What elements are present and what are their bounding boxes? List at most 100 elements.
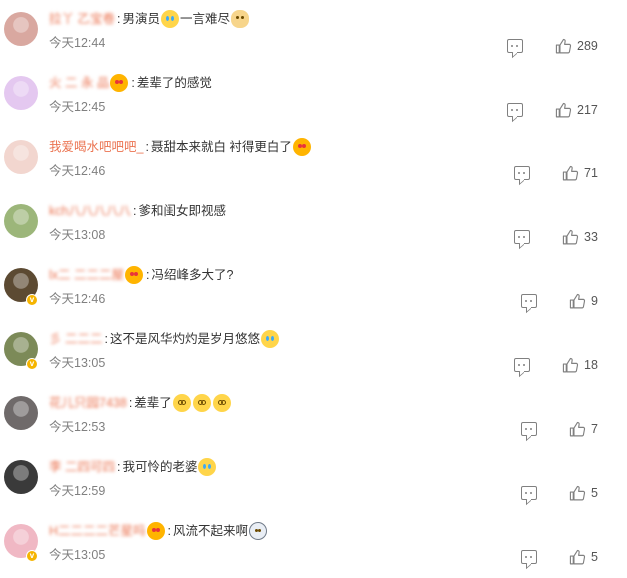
comment-icon-tail: [512, 48, 517, 59]
dizzy-emoji-icon: [172, 394, 191, 412]
comment-icon-tail: [519, 367, 524, 378]
comment-list: 拉丫 乙宝卷: 男演员 一言难尽 今天12:44 289 火 二 永 品: 差辈了的感觉 今天…: [0, 0, 627, 578]
avatar[interactable]: [4, 140, 38, 174]
username-link[interactable]: kch八八八八八: [49, 200, 131, 222]
like-button[interactable]: 71: [562, 164, 598, 182]
comment-icon[interactable]: [521, 550, 537, 570]
verified-badge-icon: v: [26, 358, 38, 370]
like-button[interactable]: 5: [569, 484, 598, 502]
thumbs-up-icon: [562, 229, 579, 244]
love-emoji-icon: [125, 266, 144, 284]
comment-text: 差辈了的感觉: [136, 76, 212, 90]
avatar-girl-image: [4, 140, 38, 174]
comment-icon-tail: [512, 112, 517, 123]
comment-item: 花儿只园7438: 差辈了今天12:53 7: [0, 384, 627, 448]
like-count: 33: [584, 230, 598, 244]
thumbs-up-icon: [569, 485, 586, 500]
like-count: 5: [591, 486, 598, 500]
comment-item: v lx二 二二二屋: 冯绍峰多大了? 今天12:46 9: [0, 256, 627, 320]
comment-line: 火 二 永 品: 差辈了的感觉: [49, 72, 212, 94]
colon-separator: :: [167, 524, 172, 538]
comment-line: 彡 二二二: 这不是风华灼灼是岁月悠悠: [49, 328, 280, 350]
ghost-emoji-icon: [249, 522, 268, 540]
like-button[interactable]: 9: [569, 292, 598, 310]
comment-item: kch八八八八八: 爹和闺女即视感 今天13:08 33: [0, 192, 627, 256]
comment-icon-tail: [526, 431, 531, 442]
comment-timestamp: 今天12:46: [49, 292, 106, 306]
comment-text: 聂甜本来就白 衬得更白了: [150, 140, 292, 154]
avatar[interactable]: [4, 396, 38, 430]
comment-timestamp: 今天13:08: [49, 228, 106, 242]
love-emoji-icon: [110, 74, 129, 92]
comment-timestamp: 今天12:53: [49, 420, 106, 434]
username-link[interactable]: 我爱喝水吧吧吧_: [49, 136, 143, 158]
cat-emoji-icon: [231, 10, 249, 28]
avatar-girl-image: [4, 12, 38, 46]
comment-icon[interactable]: [521, 486, 537, 506]
thumbs-up-icon: [555, 102, 572, 117]
comment-text-continued: 一言难尽: [179, 12, 230, 26]
comment-item: 李 二四可四: 我可怜的老婆 今天12:59 5: [0, 448, 627, 512]
thumbs-up-icon: [562, 357, 579, 372]
avatar[interactable]: [4, 76, 38, 110]
like-count: 217: [577, 103, 598, 117]
colon-separator: :: [131, 76, 135, 90]
comment-text: 风流不起来啊: [173, 524, 249, 538]
like-button[interactable]: 5: [569, 548, 598, 566]
colon-separator: :: [116, 460, 121, 474]
comment-line: H二二二二芒星吗: 风流不起来啊: [49, 520, 268, 542]
colon-separator: :: [128, 396, 133, 410]
comment-icon-tail: [519, 239, 524, 250]
colon-separator: :: [132, 204, 137, 218]
thumbs-up-icon: [555, 38, 572, 53]
comment-timestamp: 今天13:05: [49, 548, 106, 562]
username-link[interactable]: H二二二二芒星吗: [49, 520, 146, 542]
comment-icon[interactable]: [514, 358, 530, 378]
colon-separator: :: [116, 12, 121, 26]
comment-icon-tail: [526, 559, 531, 570]
comment-icon[interactable]: [514, 230, 530, 250]
comment-icon[interactable]: [521, 422, 537, 442]
avatar[interactable]: [4, 460, 38, 494]
avatar-dark-image: [4, 460, 38, 494]
comment-icon-tail: [519, 175, 524, 186]
username-link[interactable]: 拉丫 乙宝卷: [49, 8, 115, 30]
comment-text: 我可怜的老婆: [122, 460, 198, 474]
username-link[interactable]: 花儿只园7438: [49, 392, 127, 414]
like-button[interactable]: 18: [562, 356, 598, 374]
comment-icon[interactable]: [507, 39, 523, 59]
comment-icon[interactable]: [507, 103, 523, 123]
like-count: 71: [584, 166, 598, 180]
comment-timestamp: 今天12:46: [49, 164, 106, 178]
comment-icon[interactable]: [521, 294, 537, 314]
comment-line: 拉丫 乙宝卷: 男演员 一言难尽: [49, 8, 250, 30]
like-button[interactable]: 7: [569, 420, 598, 438]
like-count: 9: [591, 294, 598, 308]
username-link[interactable]: 李 二四可四: [49, 456, 115, 478]
comment-timestamp: 今天13:05: [49, 356, 106, 370]
username-link[interactable]: 火 二 永 品: [49, 72, 109, 94]
comment-icon-tail: [526, 303, 531, 314]
cry-emoji-icon: [260, 330, 279, 348]
love-emoji-icon: [146, 522, 165, 540]
like-button[interactable]: 33: [562, 228, 598, 246]
comment-text: 差辈了: [134, 396, 172, 410]
thumbs-up-icon: [569, 421, 586, 436]
comment-line: 我爱喝水吧吧吧_: 聂甜本来就白 衬得更白了: [49, 136, 312, 158]
avatar[interactable]: [4, 204, 38, 238]
username-link[interactable]: lx二 二二二屋: [49, 264, 124, 286]
like-button[interactable]: 289: [555, 37, 598, 55]
comment-icon-tail: [526, 495, 531, 506]
colon-separator: :: [145, 140, 149, 154]
username-link[interactable]: 彡 二二二: [49, 328, 102, 350]
dizzy-emoji-icon: [212, 394, 231, 412]
dizzy-emoji-icon: [192, 394, 211, 412]
comment-text: 男演员: [122, 12, 160, 26]
comment-icon[interactable]: [514, 166, 530, 186]
comment-text: 这不是风华灼灼是岁月悠悠: [109, 332, 260, 346]
like-button[interactable]: 217: [555, 101, 598, 119]
colon-separator: :: [104, 332, 108, 346]
comment-line: 李 二四可四: 我可怜的老婆: [49, 456, 217, 478]
avatar[interactable]: [4, 12, 38, 46]
cry-emoji-icon: [198, 458, 217, 476]
